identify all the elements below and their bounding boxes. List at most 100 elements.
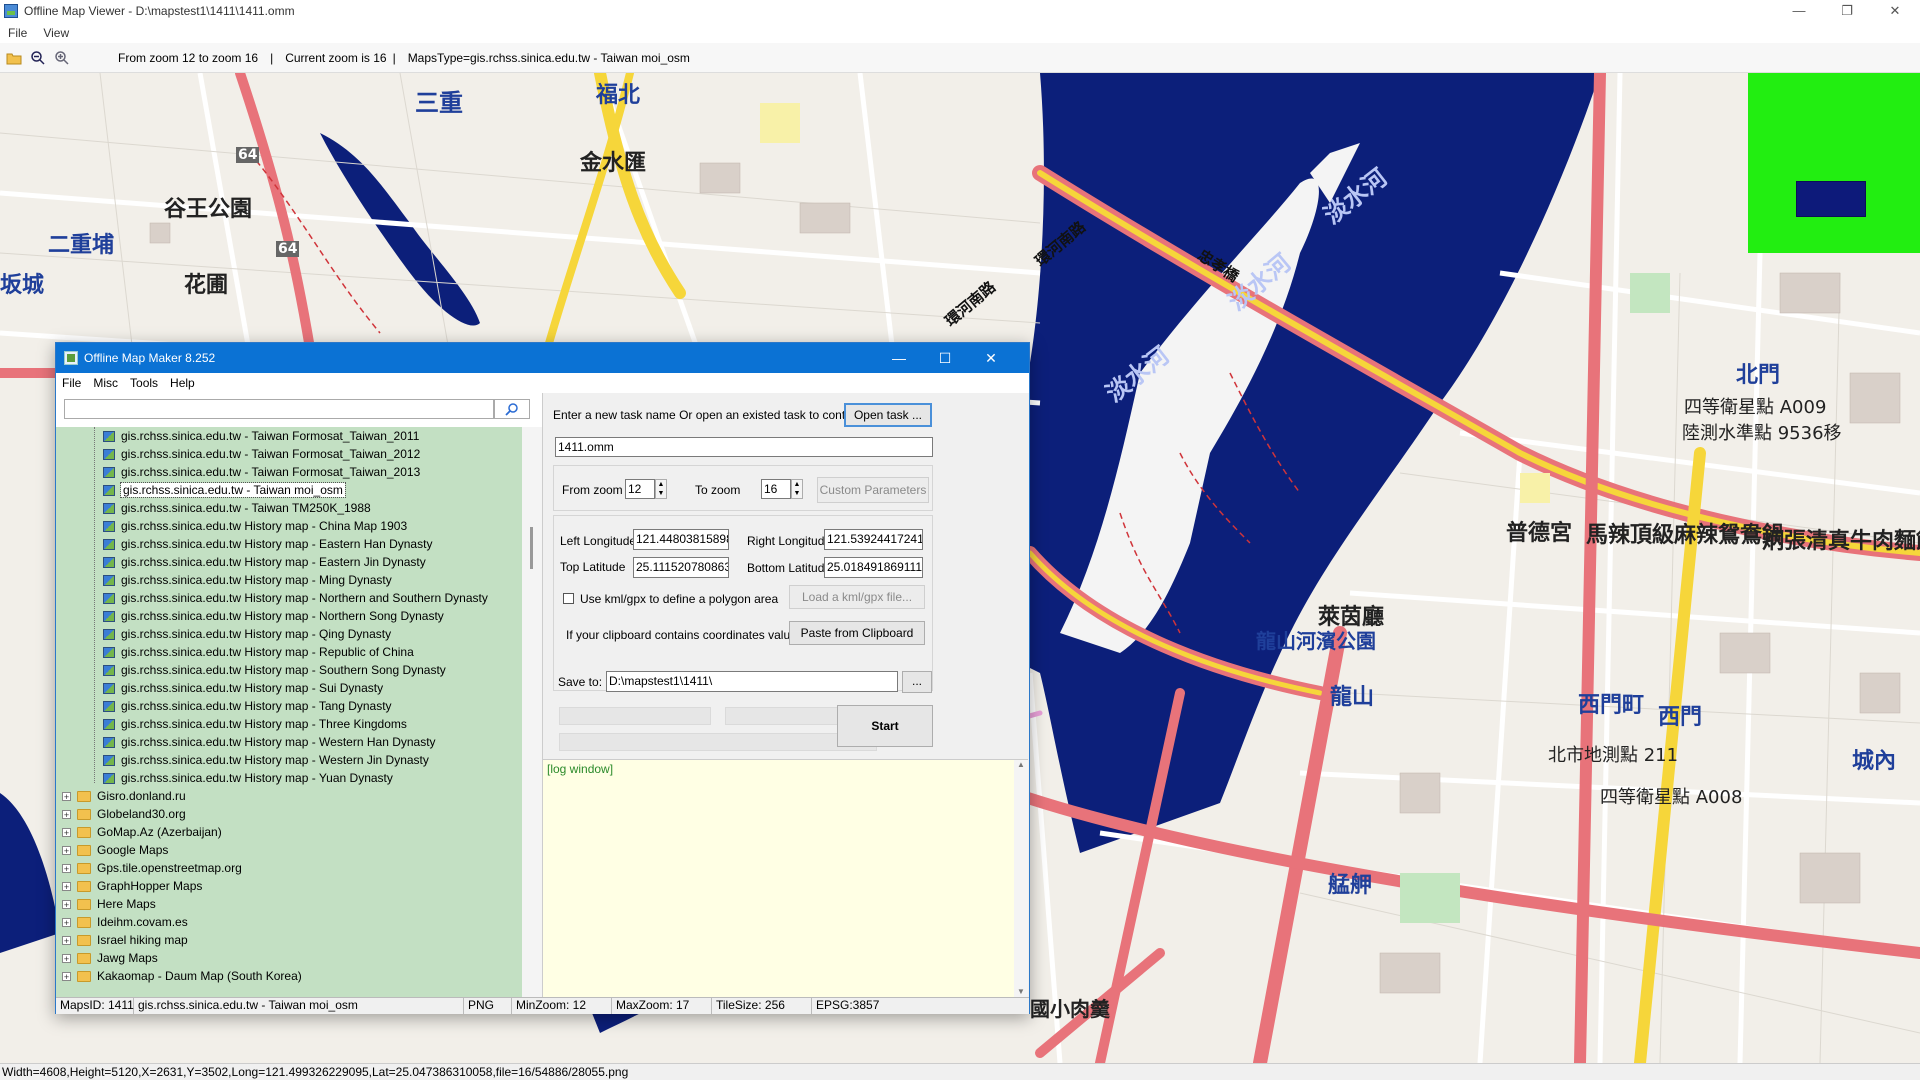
tree-item-provider[interactable]: + Gps.tile.openstreetmap.org — [56, 859, 522, 877]
tree-item-provider[interactable]: + Ideihm.covam.es — [56, 913, 522, 931]
right-longitude-input[interactable]: 121.539244172417 — [824, 529, 923, 550]
expand-icon[interactable]: + — [62, 972, 71, 982]
dialog-close-button[interactable]: ✕ — [968, 343, 1014, 373]
minimap-viewport[interactable] — [1796, 181, 1866, 217]
tree-scrollbar[interactable] — [522, 427, 542, 997]
custom-parameters-button[interactable]: Custom Parameters — [817, 477, 929, 503]
dialog-menu-file[interactable]: File — [56, 376, 87, 390]
tree-item-map[interactable]: gis.rchss.sinica.edu.tw History map - We… — [56, 733, 522, 751]
tree-item-map[interactable]: gis.rchss.sinica.edu.tw History map - No… — [56, 589, 522, 607]
close-button[interactable]: ✕ — [1872, 0, 1918, 22]
tree-item-map[interactable]: gis.rchss.sinica.edu.tw History map - Ea… — [56, 535, 522, 553]
expand-icon[interactable]: + — [62, 900, 71, 910]
to-zoom-input[interactable]: 16 — [761, 479, 791, 499]
menu-view[interactable]: View — [35, 26, 77, 40]
zoom-out-icon[interactable] — [28, 48, 48, 68]
tree-item-map[interactable]: gis.rchss.sinica.edu.tw History map - Re… — [56, 643, 522, 661]
tree-item-map[interactable]: gis.rchss.sinica.edu.tw History map - Qi… — [56, 625, 522, 643]
separator: | — [392, 50, 396, 65]
overview-minimap[interactable] — [1748, 73, 1920, 253]
to-zoom-spinner[interactable]: ▲ ▼ — [791, 479, 803, 499]
tree-item-map[interactable]: gis.rchss.sinica.edu.tw History map - Ea… — [56, 553, 522, 571]
dialog-menu-tools[interactable]: Tools — [124, 376, 164, 390]
from-zoom-input[interactable]: 12 — [625, 479, 655, 499]
open-task-button[interactable]: Open task ... — [844, 403, 932, 427]
tree-item-provider[interactable]: + GraphHopper Maps — [56, 877, 522, 895]
tree-item-provider[interactable]: + Israel hiking map — [56, 931, 522, 949]
tree-item-map[interactable]: gis.rchss.sinica.edu.tw History map - Ta… — [56, 697, 522, 715]
from-zoom-spinner[interactable]: ▲ ▼ — [655, 479, 667, 499]
tree-item-map[interactable]: gis.rchss.sinica.edu.tw - Taiwan Formosa… — [56, 463, 522, 481]
tree-item-map[interactable]: gis.rchss.sinica.edu.tw History map - We… — [56, 751, 522, 769]
map-search-input[interactable] — [64, 399, 494, 419]
tree-item-provider[interactable]: + Jawg Maps — [56, 949, 522, 967]
tree-item-map[interactable]: gis.rchss.sinica.edu.tw History map - Mi… — [56, 571, 522, 589]
expand-icon[interactable]: + — [62, 864, 71, 874]
status-min-zoom: MinZoom: 12 — [512, 998, 612, 1014]
start-button[interactable]: Start — [837, 705, 933, 747]
maximize-button[interactable]: ❐ — [1824, 0, 1870, 22]
tree-item-provider[interactable]: + Here Maps — [56, 895, 522, 913]
tree-item-map[interactable]: gis.rchss.sinica.edu.tw - Taiwan moi_osm — [56, 481, 522, 499]
task-name-input[interactable]: 1411.omm — [555, 437, 933, 457]
tree-item-provider[interactable]: + Globeland30.org — [56, 805, 522, 823]
paste-clipboard-button[interactable]: Paste from Clipboard — [789, 621, 925, 645]
tree-item-map[interactable]: gis.rchss.sinica.edu.tw - Taiwan Formosa… — [56, 427, 522, 445]
log-window[interactable]: [log window] ▲ ▼ — [543, 759, 1028, 998]
top-latitude-input[interactable]: 25.1115207808631 — [633, 557, 729, 578]
bottom-latitude-input[interactable]: 25.0184918691115 — [824, 557, 923, 578]
map-layer-icon — [103, 521, 115, 533]
tree-item-map[interactable]: gis.rchss.sinica.edu.tw History map - Ch… — [56, 517, 522, 535]
map-layer-icon — [103, 539, 115, 551]
menu-file[interactable]: File — [0, 26, 35, 40]
expand-icon[interactable]: + — [62, 918, 71, 928]
expand-icon[interactable]: + — [62, 792, 71, 802]
map-source-tree[interactable]: gis.rchss.sinica.edu.tw - Taiwan Formosa… — [56, 427, 522, 997]
log-scrollbar[interactable]: ▲ ▼ — [1014, 760, 1028, 998]
tree-item-label: gis.rchss.sinica.edu.tw History map - Re… — [121, 645, 414, 659]
folder-icon — [77, 863, 91, 875]
minimize-button[interactable]: — — [1776, 0, 1822, 22]
dialog-title-bar[interactable]: Offline Map Maker 8.252 — ☐ ✕ — [56, 343, 1029, 373]
progress-bar — [559, 733, 877, 751]
dialog-menu-help[interactable]: Help — [164, 376, 201, 390]
tree-item-provider[interactable]: + Gisro.donland.ru — [56, 787, 522, 805]
tree-item-map[interactable]: gis.rchss.sinica.edu.tw History map - No… — [56, 607, 522, 625]
open-folder-icon[interactable] — [4, 48, 24, 68]
browse-button[interactable]: ... — [902, 671, 932, 693]
tree-item-label: gis.rchss.sinica.edu.tw History map - Su… — [121, 681, 384, 695]
expand-icon[interactable]: + — [62, 828, 71, 838]
expand-icon[interactable]: + — [62, 846, 71, 856]
tree-item-map[interactable]: gis.rchss.sinica.edu.tw - Taiwan TM250K_… — [56, 499, 522, 517]
tree-item-provider[interactable]: + GoMap.Az (Azerbaijan) — [56, 823, 522, 841]
tree-item-map[interactable]: gis.rchss.sinica.edu.tw History map - Yu… — [56, 769, 522, 787]
zoom-in-icon[interactable] — [52, 48, 72, 68]
expand-icon[interactable]: + — [62, 810, 71, 820]
from-zoom-label: From zoom — [562, 483, 623, 497]
left-longitude-input[interactable]: 121.448038158983 — [633, 529, 729, 550]
map-layer-icon — [103, 701, 115, 713]
folder-icon — [77, 971, 91, 983]
save-path-input[interactable]: D:\mapstest1\1411\ — [606, 671, 898, 692]
top-latitude-label: Top Latitude — [560, 560, 626, 574]
expand-icon[interactable]: + — [62, 936, 71, 946]
tree-item-map[interactable]: gis.rchss.sinica.edu.tw History map - So… — [56, 661, 522, 679]
map-maker-icon — [64, 351, 78, 365]
use-kml-checkbox[interactable] — [563, 593, 574, 604]
tree-item-provider[interactable]: + Google Maps — [56, 841, 522, 859]
zoom-range-text: From zoom 12 to zoom 16 — [118, 50, 259, 65]
tree-item-map[interactable]: gis.rchss.sinica.edu.tw History map - Su… — [56, 679, 522, 697]
search-button[interactable] — [494, 399, 530, 419]
dialog-maximize-button[interactable]: ☐ — [922, 343, 968, 373]
scroll-thumb[interactable] — [530, 527, 533, 569]
tree-item-map[interactable]: gis.rchss.sinica.edu.tw History map - Th… — [56, 715, 522, 733]
dialog-minimize-button[interactable]: — — [876, 343, 922, 373]
tree-item-map[interactable]: gis.rchss.sinica.edu.tw - Taiwan Formosa… — [56, 445, 522, 463]
expand-icon[interactable]: + — [62, 882, 71, 892]
expand-icon[interactable]: + — [62, 954, 71, 964]
map-maker-dialog: Offline Map Maker 8.252 — ☐ ✕ File Misc … — [55, 342, 1030, 1014]
load-kml-button[interactable]: Load a kml/gpx file... — [789, 585, 925, 609]
map-label: 三重 — [415, 89, 463, 117]
dialog-menu-misc[interactable]: Misc — [87, 376, 124, 390]
tree-item-provider[interactable]: + Kakaomap - Daum Map (South Korea) — [56, 967, 522, 985]
